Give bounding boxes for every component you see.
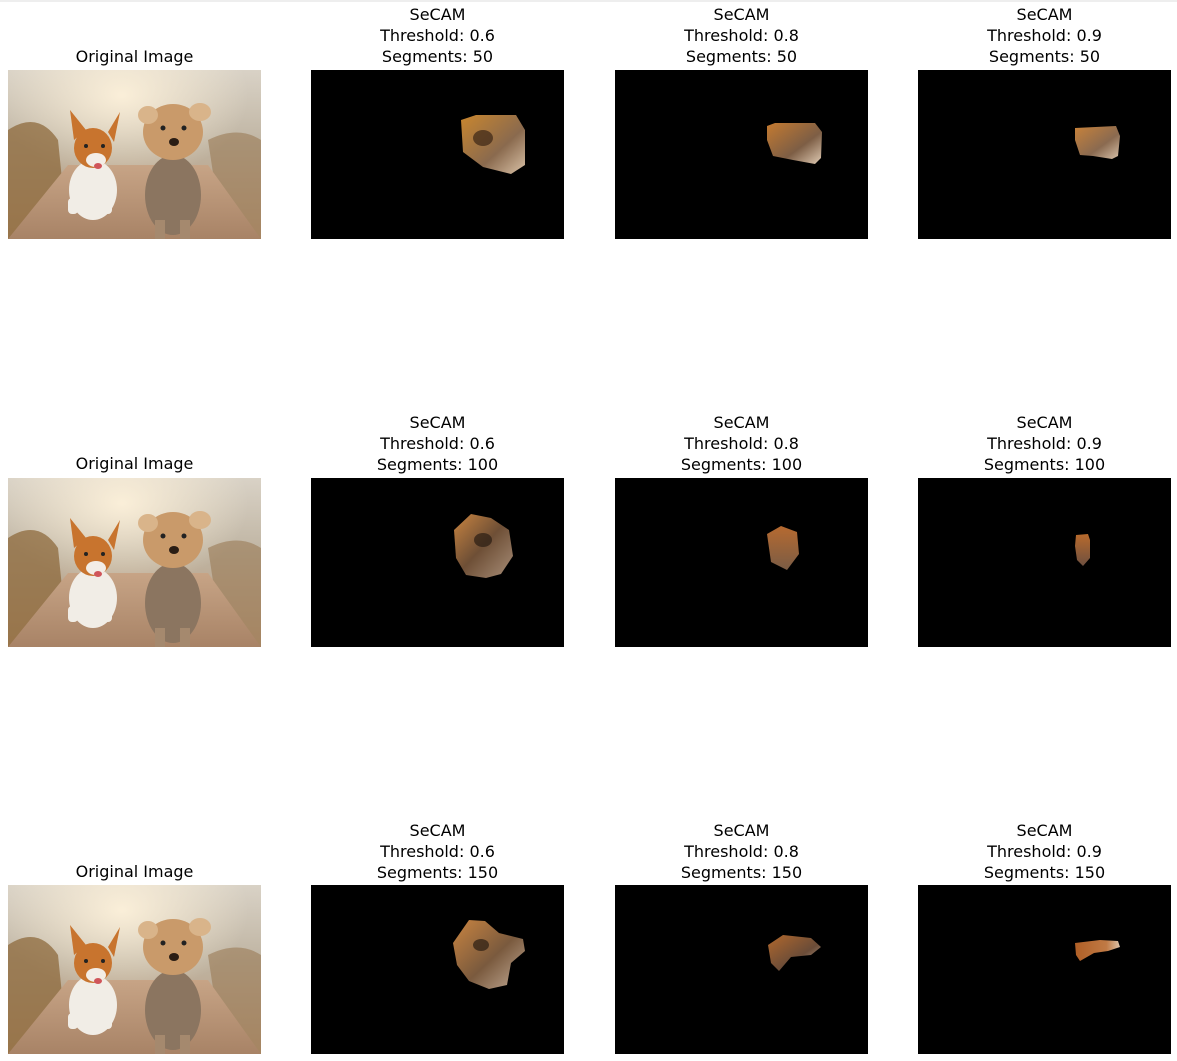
threshold-label: Threshold: 0.8 bbox=[684, 434, 799, 453]
masked-region bbox=[615, 885, 868, 1054]
masked-region bbox=[311, 885, 564, 1054]
threshold-label: Threshold: 0.6 bbox=[380, 842, 495, 861]
dogs-photo bbox=[8, 478, 261, 647]
threshold-label: Threshold: 0.9 bbox=[987, 434, 1102, 453]
segments-label: Segments: 50 bbox=[381, 47, 494, 66]
method-label: SeCAM bbox=[409, 821, 466, 840]
panel-title: SeCAM Threshold: 0.6 Segments: 150 bbox=[311, 820, 564, 883]
method-label: SeCAM bbox=[409, 413, 466, 432]
original-image-title: Original Image bbox=[75, 862, 194, 881]
secam-mask-image bbox=[918, 885, 1171, 1054]
panel-title: Original Image bbox=[8, 861, 261, 882]
original-image bbox=[8, 478, 261, 647]
threshold-label: Threshold: 0.8 bbox=[684, 842, 799, 861]
masked-region bbox=[615, 70, 868, 239]
secam-mask-image bbox=[615, 70, 868, 239]
segments-label: Segments: 100 bbox=[983, 455, 1106, 474]
masked-region bbox=[311, 70, 564, 239]
masked-region bbox=[918, 885, 1171, 1054]
panel-title: SeCAM Threshold: 0.8 Segments: 150 bbox=[615, 820, 868, 883]
segments-label: Segments: 50 bbox=[685, 47, 798, 66]
threshold-label: Threshold: 0.6 bbox=[380, 26, 495, 45]
segments-label: Segments: 50 bbox=[988, 47, 1101, 66]
method-label: SeCAM bbox=[713, 5, 770, 24]
segments-label: Segments: 150 bbox=[983, 863, 1106, 882]
top-border bbox=[0, 0, 1177, 2]
dogs-photo bbox=[8, 70, 261, 239]
panel-title: SeCAM Threshold: 0.6 Segments: 50 bbox=[311, 4, 564, 67]
secam-mask-image bbox=[918, 478, 1171, 647]
secam-mask-image bbox=[615, 885, 868, 1054]
panel-title: SeCAM Threshold: 0.9 Segments: 50 bbox=[918, 4, 1171, 67]
secam-mask-image bbox=[311, 885, 564, 1054]
segments-label: Segments: 150 bbox=[376, 863, 499, 882]
masked-region bbox=[918, 478, 1171, 647]
secam-mask-image bbox=[311, 478, 564, 647]
panel-title: SeCAM Threshold: 0.6 Segments: 100 bbox=[311, 412, 564, 475]
panel-title: SeCAM Threshold: 0.9 Segments: 100 bbox=[918, 412, 1171, 475]
original-image bbox=[8, 70, 261, 239]
method-label: SeCAM bbox=[1016, 821, 1073, 840]
panel-title: SeCAM Threshold: 0.8 Segments: 50 bbox=[615, 4, 868, 67]
secam-mask-image bbox=[311, 70, 564, 239]
original-image bbox=[8, 885, 261, 1054]
panel-title: SeCAM Threshold: 0.9 Segments: 150 bbox=[918, 820, 1171, 883]
method-label: SeCAM bbox=[713, 413, 770, 432]
segments-label: Segments: 100 bbox=[376, 455, 499, 474]
method-label: SeCAM bbox=[409, 5, 466, 24]
panel-title: Original Image bbox=[8, 46, 261, 67]
segments-label: Segments: 100 bbox=[680, 455, 803, 474]
dogs-photo bbox=[8, 885, 261, 1054]
masked-region bbox=[311, 478, 564, 647]
panel-title: SeCAM Threshold: 0.8 Segments: 100 bbox=[615, 412, 868, 475]
method-label: SeCAM bbox=[1016, 5, 1073, 24]
masked-region bbox=[615, 478, 868, 647]
masked-region bbox=[918, 70, 1171, 239]
original-image-title: Original Image bbox=[75, 47, 194, 66]
threshold-label: Threshold: 0.9 bbox=[987, 842, 1102, 861]
threshold-label: Threshold: 0.6 bbox=[380, 434, 495, 453]
threshold-label: Threshold: 0.9 bbox=[987, 26, 1102, 45]
segments-label: Segments: 150 bbox=[680, 863, 803, 882]
method-label: SeCAM bbox=[1016, 413, 1073, 432]
secam-mask-image bbox=[918, 70, 1171, 239]
method-label: SeCAM bbox=[713, 821, 770, 840]
threshold-label: Threshold: 0.8 bbox=[684, 26, 799, 45]
original-image-title: Original Image bbox=[75, 454, 194, 473]
secam-mask-image bbox=[615, 478, 868, 647]
panel-title: Original Image bbox=[8, 453, 261, 474]
